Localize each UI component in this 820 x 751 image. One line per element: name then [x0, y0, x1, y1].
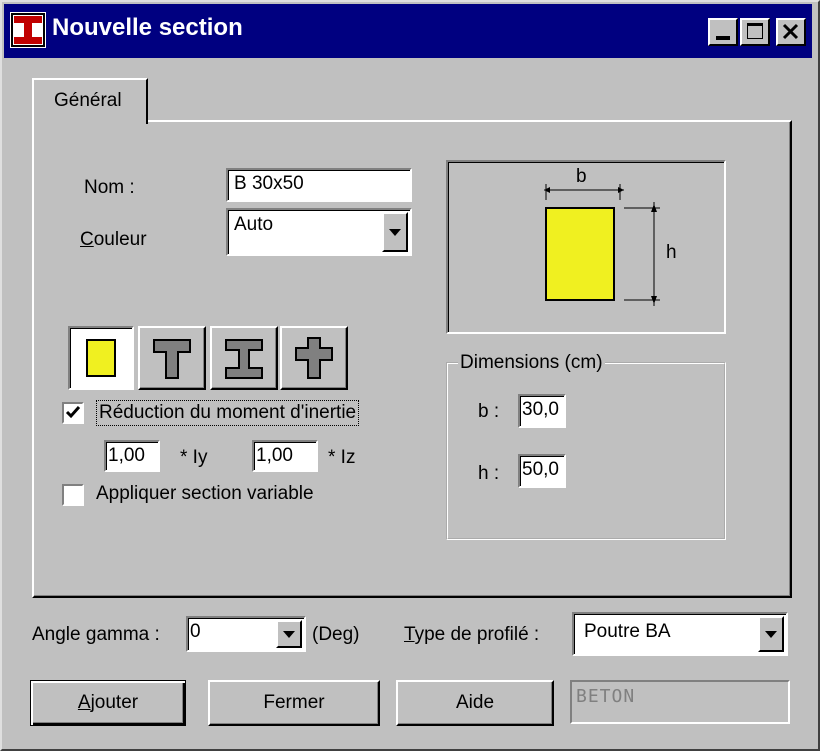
angle-unit-label: (Deg) [312, 624, 360, 645]
maximize-button[interactable] [740, 18, 770, 46]
section-diagram: b h [446, 160, 726, 334]
section-type-rectangle-button[interactable] [68, 326, 134, 390]
rectangle-section-icon [86, 339, 116, 377]
angle-gamma-label: Angle gamma : [32, 624, 160, 645]
nom-input[interactable]: B 30x50 [226, 168, 412, 202]
nom-input-value: B 30x50 [234, 173, 304, 194]
dim-b-label: b : [478, 401, 500, 422]
inertia-reduction-checkbox[interactable] [62, 402, 84, 424]
chevron-down-icon [283, 631, 295, 638]
dim-b-input[interactable]: 30,0 [518, 394, 566, 428]
diagram-h-label: h [666, 242, 677, 263]
section-type-cross-button[interactable] [280, 326, 348, 390]
i-beam-icon [10, 12, 46, 48]
tab-general-label: Général [54, 90, 122, 111]
minimize-icon [716, 36, 730, 40]
iz-suffix-label: * Iz [328, 447, 356, 468]
section-type-i-button[interactable] [210, 326, 278, 390]
ajouter-button[interactable]: Ajouter [30, 680, 186, 726]
angle-gamma-dropdown-button[interactable] [276, 620, 302, 648]
fermer-button-label: Fermer [263, 692, 325, 713]
chevron-down-icon [765, 631, 777, 638]
cross-section-icon [295, 337, 333, 379]
iy-factor-value: 1,00 [108, 445, 145, 466]
dimensions-group [446, 362, 726, 540]
couleur-label: Couleur [80, 229, 147, 250]
profile-type-dropdown-button[interactable] [758, 616, 784, 652]
dim-b-value: 30,0 [522, 399, 559, 420]
variable-section-label[interactable]: Appliquer section variable [96, 483, 314, 505]
i-section-icon [225, 339, 263, 379]
minimize-button[interactable] [708, 18, 738, 46]
variable-section-checkbox[interactable] [62, 484, 84, 506]
aide-button-label: Aide [455, 692, 495, 713]
t-section-icon [153, 339, 191, 379]
dim-h-input[interactable]: 50,0 [518, 454, 566, 488]
iz-factor-value: 1,00 [256, 445, 293, 466]
fermer-button[interactable]: Fermer [208, 680, 380, 726]
tab-general[interactable]: Général [32, 78, 148, 124]
angle-gamma-select[interactable]: 0 [186, 616, 306, 652]
diagram-b-label: b [576, 166, 587, 187]
chevron-down-icon [389, 229, 401, 236]
section-type-t-button[interactable] [138, 326, 206, 390]
couleur-select[interactable]: Auto [226, 208, 412, 256]
dimensions-group-label: Dimensions (cm) [458, 352, 605, 374]
close-button[interactable] [776, 18, 806, 46]
iy-factor-input[interactable]: 1,00 [104, 440, 160, 472]
profile-type-select[interactable]: Poutre BA [572, 612, 788, 656]
material-field-value: BETON [576, 686, 636, 707]
material-field: BETON [570, 680, 790, 724]
ajouter-button-label: Ajouter [77, 692, 139, 713]
inertia-reduction-label[interactable]: Réduction du moment d'inertie [96, 400, 360, 426]
dim-h-value: 50,0 [522, 459, 559, 480]
maximize-icon [747, 23, 763, 39]
dim-h-label: h : [478, 463, 500, 484]
couleur-dropdown-button[interactable] [382, 212, 408, 252]
close-icon [782, 23, 799, 40]
profile-type-value: Poutre BA [584, 621, 671, 642]
aide-button[interactable]: Aide [396, 680, 554, 726]
window-title: Nouvelle section [52, 14, 243, 41]
profile-type-label: Type de profilé : [404, 624, 540, 645]
iz-factor-input[interactable]: 1,00 [252, 440, 318, 472]
nom-label: Nom : [84, 177, 135, 198]
iy-suffix-label: * Iy [180, 447, 208, 468]
checkmark-icon [65, 406, 81, 419]
